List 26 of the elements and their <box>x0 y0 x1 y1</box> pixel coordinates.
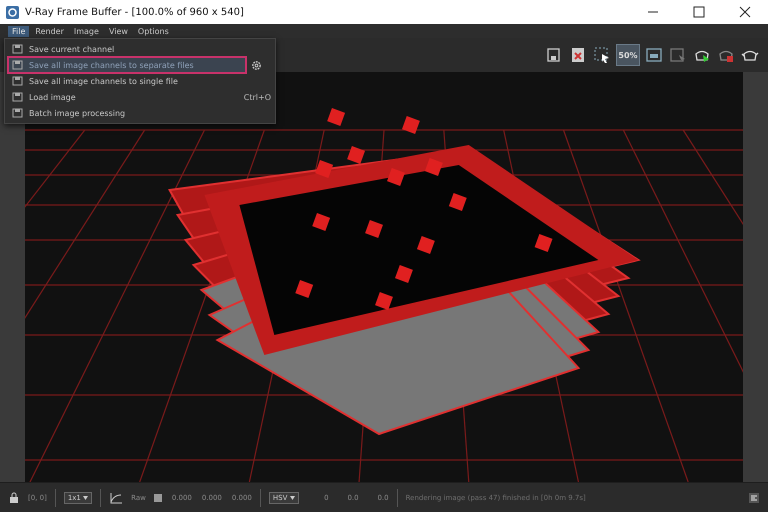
file-icon <box>12 92 23 102</box>
menu-item[interactable]: Image <box>70 26 103 36</box>
menu-item[interactable]: File <box>8 26 30 36</box>
menu-item[interactable]: Render <box>31 26 68 36</box>
menu-item[interactable]: Batch image processing <box>9 106 271 120</box>
file-icon <box>12 76 23 86</box>
caret-icon <box>290 496 295 500</box>
file-icon <box>12 60 23 70</box>
gear-icon[interactable] <box>251 60 262 70</box>
caret-icon <box>83 496 88 500</box>
shortcut-text: Ctrl+O <box>244 92 271 102</box>
curve-icon[interactable] <box>109 492 124 504</box>
file-icon <box>12 108 23 118</box>
menu-item[interactable]: Save current channel <box>9 42 271 56</box>
menu-item[interactable]: Options <box>134 26 173 36</box>
window-title: V-Ray Frame Buffer - [100.0% of 960 x 540] <box>25 6 244 18</box>
log-icon[interactable] <box>748 492 760 504</box>
color-swatch <box>154 494 162 502</box>
app-logo-icon <box>6 6 19 18</box>
menu-item[interactable]: Save all image channels to separate files <box>9 58 245 72</box>
menu-item[interactable]: View <box>104 26 132 36</box>
zoom-button[interactable]: 50% <box>616 44 640 66</box>
lock-icon[interactable] <box>8 492 20 504</box>
menu-item[interactable]: Load image <box>9 90 238 104</box>
file-icon <box>12 44 23 54</box>
menu-item[interactable]: Save all image channels to single file <box>9 74 271 88</box>
